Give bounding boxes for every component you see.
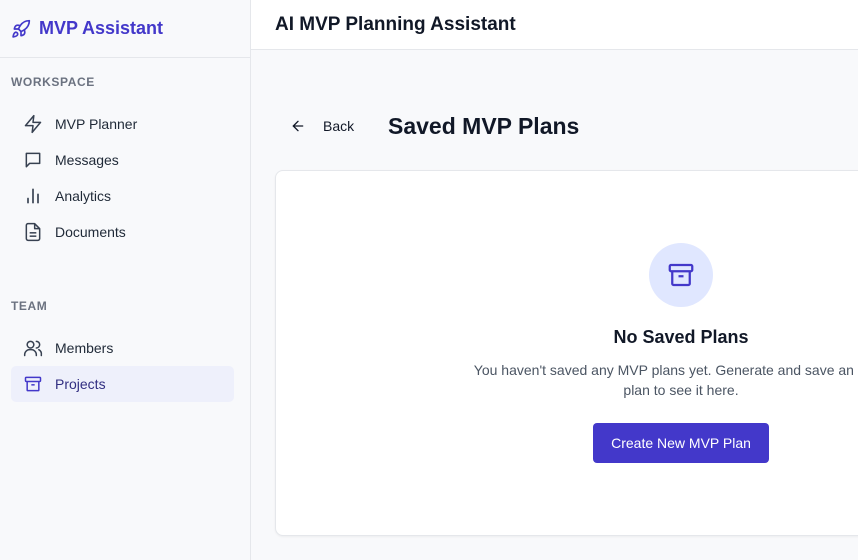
sidebar-item-members[interactable]: Members — [11, 330, 234, 366]
app-root: MVP Assistant WORKSPACE MVP Planner Mess… — [0, 0, 858, 560]
bar-chart-icon — [23, 186, 43, 206]
document-icon — [23, 222, 43, 242]
archive-icon — [668, 263, 694, 287]
back-button[interactable]: Back — [290, 114, 354, 138]
brand[interactable]: MVP Assistant — [0, 0, 250, 58]
users-icon — [23, 338, 43, 358]
header: AI MVP Planning Assistant — [251, 0, 858, 50]
back-label: Back — [323, 118, 355, 134]
empty-state-card: No Saved Plans You haven't saved any MVP… — [275, 170, 858, 536]
sidebar-item-projects[interactable]: Projects — [11, 366, 234, 402]
create-plan-button[interactable]: Create New MVP Plan — [593, 423, 769, 463]
arrow-left-icon — [292, 120, 304, 132]
sidebar-item-label: MVP Planner — [55, 116, 138, 132]
header-title: AI MVP Planning Assistant — [275, 13, 516, 35]
section-title-team: TEAM — [11, 299, 48, 313]
empty-state-description: You haven't saved any MVP plans yet. Gen… — [473, 362, 858, 398]
sidebar-item-label: Projects — [55, 376, 106, 392]
empty-state-title: No Saved Plans — [613, 327, 749, 347]
empty-state-icon-circle — [649, 243, 713, 307]
rocket-icon — [12, 19, 31, 38]
lightning-icon — [23, 114, 43, 134]
archive-icon — [23, 374, 43, 394]
sidebar-item-label: Messages — [55, 152, 119, 168]
section-title-workspace: WORKSPACE — [11, 75, 95, 89]
sidebar-item-label: Documents — [55, 224, 126, 240]
sidebar-item-analytics[interactable]: Analytics — [11, 178, 234, 214]
page-title: Saved MVP Plans — [388, 113, 580, 139]
brand-name: MVP Assistant — [39, 18, 164, 38]
sidebar-item-label: Analytics — [55, 188, 112, 204]
sidebar-item-messages[interactable]: Messages — [11, 142, 234, 178]
sidebar-item-label: Members — [55, 340, 114, 356]
sidebar: MVP Assistant WORKSPACE MVP Planner Mess… — [0, 0, 251, 560]
message-icon — [23, 150, 43, 170]
sidebar-item-documents[interactable]: Documents — [11, 214, 234, 250]
sidebar-item-mvp-planner[interactable]: MVP Planner — [11, 106, 234, 142]
